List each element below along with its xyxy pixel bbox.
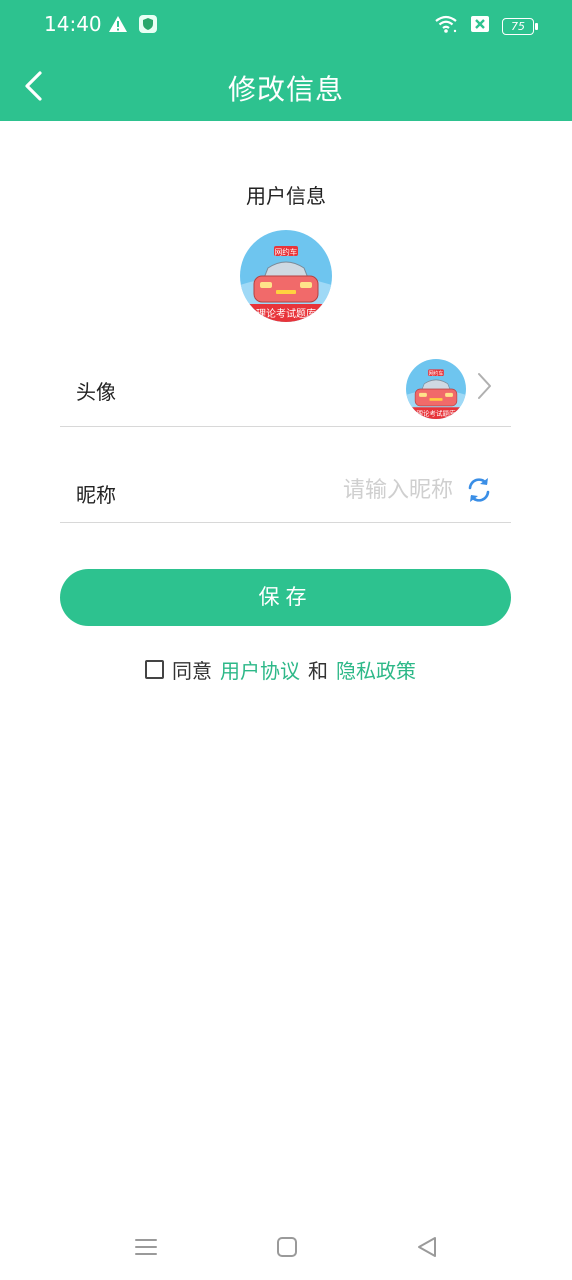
agreement-row: 同意 用户协议 和 隐私政策 [145, 655, 416, 684]
privacy-policy-link[interactable]: 隐私政策 [336, 655, 416, 684]
warning-icon [108, 15, 128, 37]
user-agreement-link[interactable]: 用户协议 [220, 655, 300, 684]
nickname-label: 昵称 [76, 483, 116, 507]
status-left-icons [108, 14, 158, 38]
avatar-thumb-badge-text: 网约车 [429, 370, 444, 377]
battery-icon: 75 [502, 17, 538, 35]
status-bar: 14:40 75 [0, 0, 572, 52]
chevron-right-icon[interactable] [474, 371, 494, 401]
agreement-conjunction: 和 [308, 658, 328, 683]
menu-icon[interactable] [133, 1234, 159, 1260]
section-title: 用户信息 [246, 184, 326, 208]
avatar-thumbnail[interactable]: 网约车 理论考试题库 [406, 359, 466, 419]
agreement-prefix: 同意 [172, 658, 212, 683]
wifi-icon [434, 14, 458, 38]
agreement-checkbox[interactable] [145, 659, 164, 679]
page-title: 修改信息 [227, 73, 344, 106]
app-bar: 修改信息 [0, 52, 572, 121]
nickname-input[interactable] [231, 465, 455, 515]
shield-app-icon [138, 14, 158, 38]
status-right-icons: 75 [434, 14, 538, 38]
refresh-icon[interactable] [464, 475, 494, 505]
back-triangle-icon[interactable] [414, 1234, 440, 1260]
avatar-caption-text: 理论考试题库 [256, 307, 316, 320]
avatar-large: 网约车 理论考试题库 [240, 230, 332, 322]
sim-off-icon [470, 15, 490, 37]
avatar-badge-text: 网约车 [275, 247, 298, 257]
status-time: 14:40 [44, 12, 102, 36]
system-nav-bar [0, 1220, 572, 1280]
save-button[interactable]: 保存 [60, 569, 511, 626]
home-icon[interactable] [274, 1234, 300, 1260]
nickname-row: 昵称 [60, 465, 511, 523]
avatar-label: 头像 [76, 380, 116, 404]
